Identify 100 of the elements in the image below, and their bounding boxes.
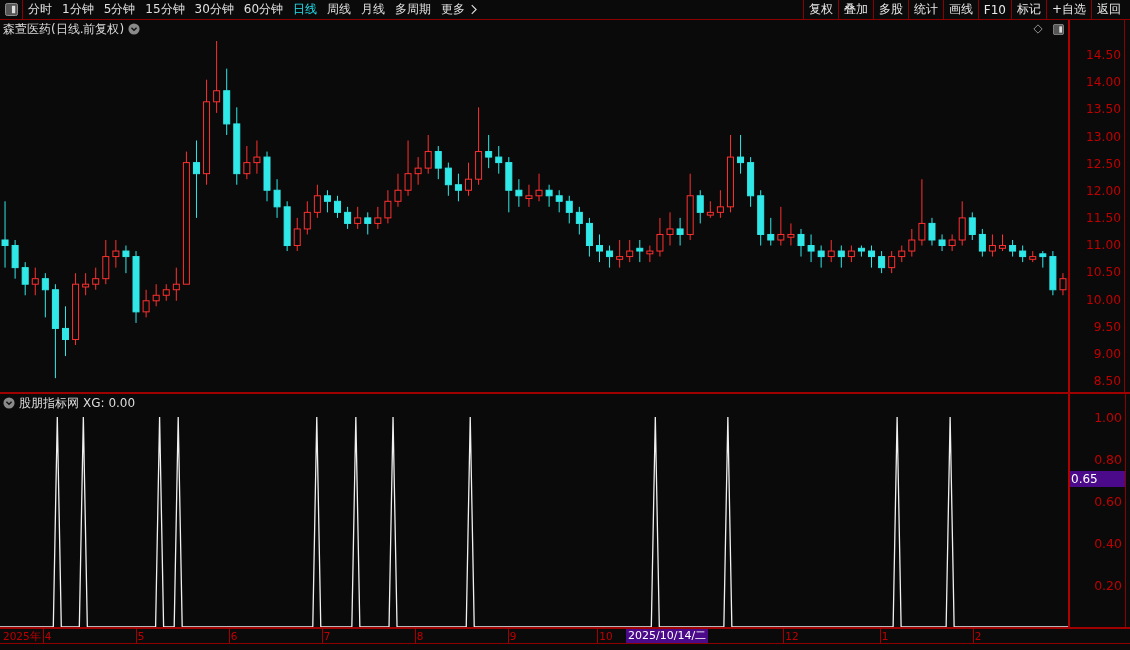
period-tab[interactable]: 15分钟: [140, 0, 190, 19]
candlestick: [1, 200, 9, 269]
panel-toggle-icon[interactable]: [1053, 23, 1064, 35]
candlestick: [283, 200, 291, 252]
candlestick: [162, 283, 170, 302]
month-label: 9: [509, 629, 517, 643]
candlestick: [444, 162, 452, 197]
candlestick: [988, 233, 996, 258]
candlestick: [888, 250, 896, 274]
month-label: 2: [974, 629, 982, 643]
month-label: 12: [785, 629, 799, 643]
candlestick: [414, 156, 422, 186]
candlestick: [757, 189, 765, 246]
chevron-right-icon[interactable]: [470, 4, 478, 15]
more-menu[interactable]: 更多: [436, 0, 471, 19]
axis-label: 13.00: [1085, 129, 1122, 144]
period-tab[interactable]: 1分钟: [57, 0, 99, 19]
chart-title: 森萱医药(日线.前复权): [3, 20, 125, 38]
candlestick: [868, 245, 876, 269]
candlestick: [11, 239, 19, 280]
candlestick: [696, 189, 704, 224]
axis-label: 9.50: [1093, 319, 1122, 334]
candlestick: [626, 239, 634, 263]
axis-label: 9.00: [1093, 347, 1122, 361]
cursor-value-badge: 0.65: [1070, 471, 1125, 487]
axis-label: 0.80: [1094, 451, 1122, 467]
month-label: 10: [599, 629, 613, 643]
month-label: 1: [881, 629, 889, 643]
period-tab[interactable]: 周线: [322, 0, 357, 19]
candlestick: [465, 162, 472, 197]
candlestick: [1059, 272, 1067, 296]
candlestick: [686, 173, 694, 241]
candlestick: [384, 189, 392, 224]
indicator-reading: XG: 0.00: [83, 396, 136, 410]
candlestick: [364, 211, 372, 235]
candlestick: [1019, 245, 1027, 263]
candlestick: [21, 261, 29, 296]
month-label: 5: [137, 629, 145, 643]
candlestick: [394, 173, 402, 208]
candlestick: [253, 140, 261, 175]
candlestick: [62, 305, 69, 357]
period-tab[interactable]: 分时: [23, 0, 57, 19]
candlestick: [102, 239, 110, 285]
candlestick: [616, 239, 624, 269]
candlestick: [505, 156, 513, 213]
candlestick: [31, 267, 39, 296]
candlestick: [142, 289, 150, 318]
candlestick: [837, 245, 845, 269]
candlestick: [152, 283, 160, 307]
axis-label: 0.60: [1094, 493, 1122, 509]
candlestick: [938, 233, 946, 252]
candlestick: [1039, 250, 1047, 269]
chevron-down-icon[interactable]: [128, 23, 141, 35]
candlestick: [827, 239, 835, 263]
candlestick: [495, 145, 503, 175]
period-tab[interactable]: 日线: [288, 0, 323, 19]
period-tab[interactable]: 60分钟: [238, 0, 289, 19]
axis-label: 14.50: [1085, 48, 1122, 63]
candlestick: [777, 206, 785, 246]
axis-label: 13.50: [1085, 102, 1122, 117]
candlestick: [82, 272, 90, 296]
candlestick: [555, 189, 563, 213]
axis-label: 1.00: [1094, 409, 1122, 425]
candlestick: [958, 200, 966, 246]
candlestick: [898, 245, 906, 263]
candlestick: [122, 245, 130, 274]
period-tab[interactable]: 30分钟: [189, 0, 239, 19]
candlestick: [525, 184, 533, 208]
period-tab[interactable]: 5分钟: [98, 0, 141, 19]
candlestick: [334, 195, 342, 219]
candlestick: [847, 245, 855, 263]
period-tab[interactable]: 多周期: [390, 0, 437, 19]
candlestick: [565, 195, 573, 224]
diamond-icon[interactable]: [1033, 24, 1043, 34]
candlestick: [787, 222, 795, 246]
axis-label: 0.20: [1094, 577, 1122, 593]
candlestick: [344, 206, 352, 230]
candlestick: [807, 233, 815, 263]
candlestick: [878, 250, 886, 274]
chevron-down-icon[interactable]: [3, 397, 15, 409]
candlestick: [1049, 250, 1057, 296]
indicator-name: 股朋指标网: [19, 394, 79, 412]
panel-toggle-icon[interactable]: [4, 3, 18, 16]
candlestick: [646, 245, 654, 263]
candlestick: [999, 233, 1006, 252]
candlestick: [323, 189, 331, 213]
candlestick: [545, 184, 553, 208]
candlestick: [948, 233, 956, 252]
axis-label: 10.50: [1085, 265, 1122, 280]
candlestick: [223, 68, 231, 136]
axis-label: 14.00: [1085, 75, 1122, 90]
candlestick: [112, 239, 120, 269]
month-label: 8: [416, 629, 424, 643]
candlestick: [706, 200, 714, 219]
year-label: 2025年: [3, 629, 41, 643]
candlestick: [515, 178, 523, 208]
candlestick: [313, 184, 321, 219]
month-label: 7: [323, 629, 331, 643]
candlestick: [767, 217, 775, 246]
period-tab[interactable]: 月线: [356, 0, 391, 19]
